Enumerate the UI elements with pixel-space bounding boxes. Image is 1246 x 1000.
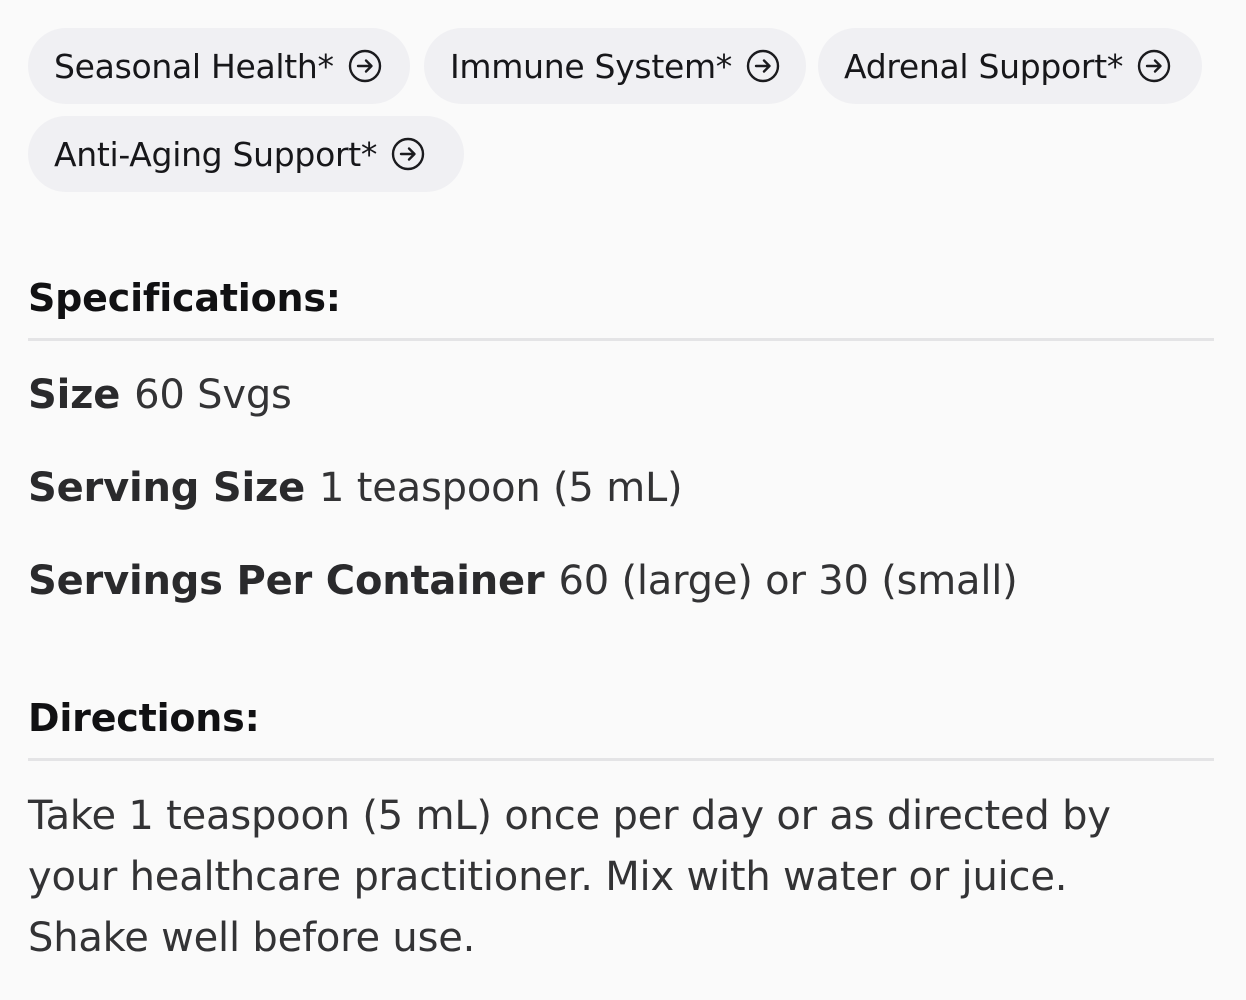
specifications-divider <box>28 338 1214 341</box>
directions-divider <box>28 758 1214 761</box>
spec-row-serving-size: Serving Size 1 teaspoon (5 mL) <box>28 465 683 511</box>
tag-label: Anti-Aging Support* <box>54 134 378 174</box>
directions-text: Take 1 teaspoon (5 mL) once per day or a… <box>28 793 1111 961</box>
tag-label: Seasonal Health* <box>54 46 334 86</box>
spec-key: Serving Size <box>28 465 306 511</box>
arrow-circle-right-icon <box>348 49 382 83</box>
arrow-circle-right-icon <box>1137 49 1171 83</box>
specifications-heading: Specifications: <box>28 276 341 320</box>
spec-key: Size <box>28 372 121 418</box>
arrow-circle-right-icon <box>746 49 780 83</box>
tag-adrenal-support[interactable]: Adrenal Support* <box>818 28 1202 104</box>
tag-label: Adrenal Support* <box>844 46 1124 86</box>
spec-value: 60 (large) or 30 (small) <box>558 558 1018 604</box>
spec-key: Servings Per Container <box>28 558 545 604</box>
spec-value: 60 Svgs <box>134 372 292 418</box>
tag-label: Immune System* <box>450 46 733 86</box>
tag-anti-aging-support[interactable]: Anti-Aging Support* <box>28 116 464 192</box>
spec-row-servings-per-container: Servings Per Container 60 (large) or 30 (… <box>28 558 1018 604</box>
directions-heading: Directions: <box>28 696 260 740</box>
arrow-circle-right-icon <box>391 137 425 171</box>
spec-row-size: Size 60 Svgs <box>28 372 292 418</box>
product-details: Seasonal Health* Immune System* Adrenal … <box>0 0 1246 1000</box>
tag-seasonal-health[interactable]: Seasonal Health* <box>28 28 410 104</box>
tag-immune-system[interactable]: Immune System* <box>424 28 806 104</box>
spec-value: 1 teaspoon (5 mL) <box>319 465 683 511</box>
